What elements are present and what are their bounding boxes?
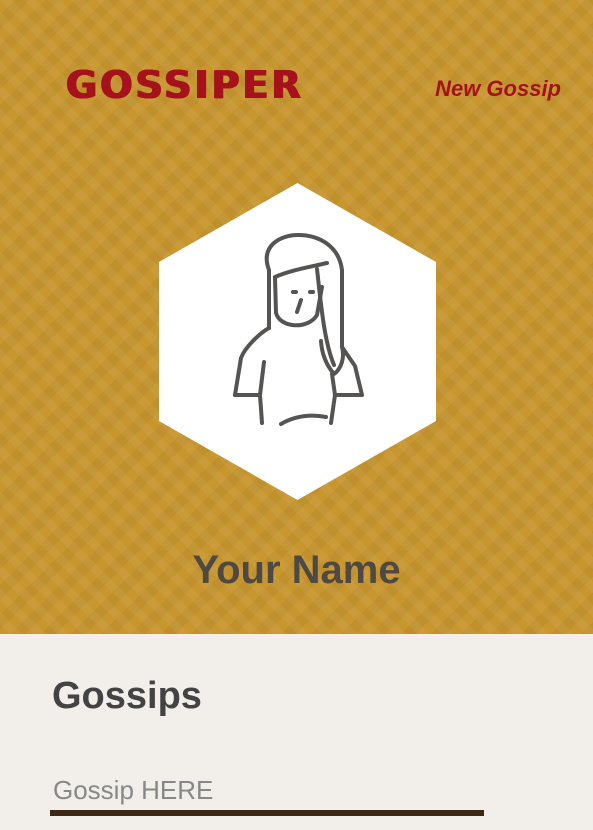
app-logo[interactable]: GOSSIPER [66, 66, 304, 104]
profile-hero: GOSSIPER New Gossip Your Name [0, 0, 593, 634]
gossips-title: Gossips [52, 675, 202, 717]
gossip-input[interactable] [50, 770, 484, 816]
profile-avatar [159, 183, 436, 500]
new-gossip-link[interactable]: New Gossip [435, 76, 561, 102]
profile-name: Your Name [192, 548, 401, 592]
avatar-hexagon [159, 183, 436, 500]
